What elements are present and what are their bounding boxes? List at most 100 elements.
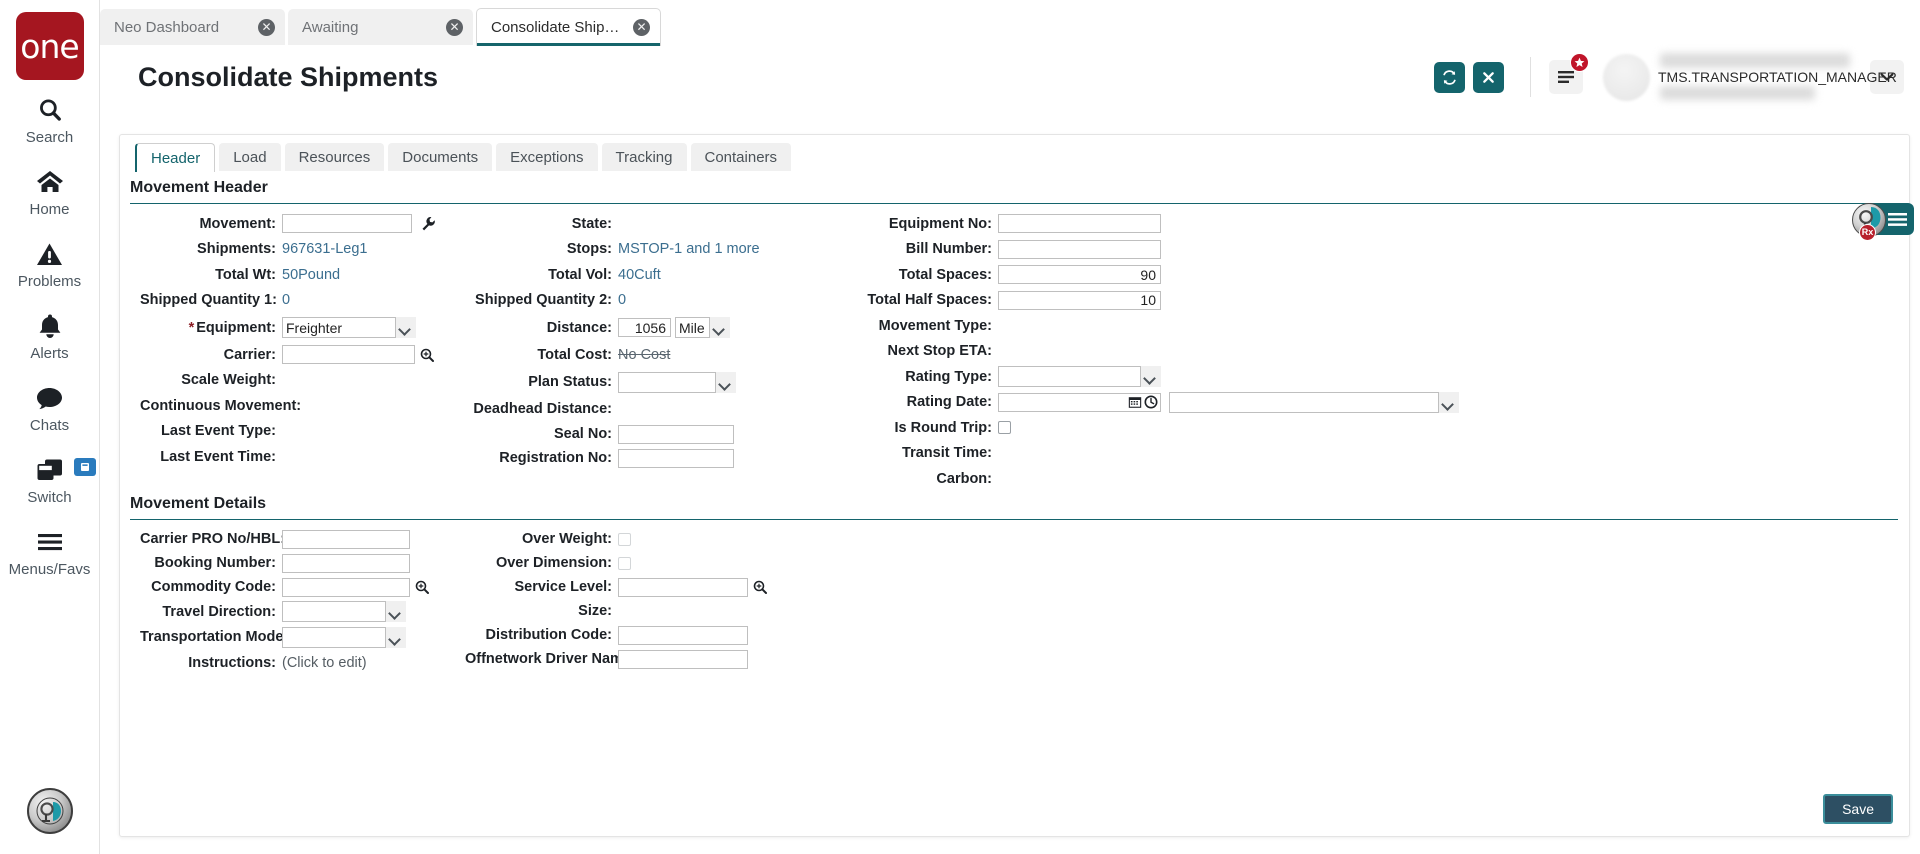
field-commodity-code: Commodity Code: [140,575,470,599]
close-icon[interactable]: ✕ [633,19,650,36]
sidebar-item-menus-favs[interactable]: Menus/Favs [0,512,100,584]
wrench-icon[interactable] [421,216,436,231]
carrier-pro-no-input[interactable] [282,529,410,549]
search-icon [37,93,63,127]
save-button[interactable]: Save [1823,794,1893,824]
one-network-logo[interactable]: one [15,12,84,80]
seal-no-input[interactable] [618,424,734,444]
field-label: Registration No: [499,450,612,466]
field-label: Booking Number: [154,555,276,571]
assistant-widget[interactable]: Rx [1852,203,1914,241]
refresh-button[interactable] [1434,61,1465,93]
close-window-button[interactable] [1473,61,1504,93]
content-panel: Header Load Resources Documents Exceptio… [119,134,1910,837]
field-label: Stops: [566,241,612,258]
carrier-input[interactable] [282,345,415,365]
over-weight-checkbox[interactable] [618,532,631,546]
tab-load[interactable]: Load [219,143,281,171]
close-icon[interactable]: ✕ [446,18,463,36]
total-wt-value: 50 [282,266,299,283]
field-over-weight: Over Weight: [465,527,885,551]
movement-input[interactable] [282,214,412,234]
over-dimension-checkbox[interactable] [618,556,631,570]
switch-badge-icon[interactable] [73,458,96,476]
sidebar-item-switch[interactable]: Switch [0,440,100,512]
calendar-icon[interactable] [1128,395,1142,414]
sidebar-item-chats[interactable]: Chats [0,368,100,440]
avatar[interactable] [1603,53,1650,101]
shipments-link[interactable]: 967631-Leg1 [282,241,367,257]
hamburger-icon [1888,212,1907,226]
distribution-code-input[interactable] [618,625,748,645]
travel-direction-select[interactable] [282,601,406,623]
sidebar-label-home: Home [29,201,70,218]
registration-no-input[interactable] [618,448,734,468]
total-half-spaces-input[interactable] [998,290,1161,310]
list-menu-icon [1557,71,1574,83]
tab-exceptions[interactable]: Exceptions [496,143,598,171]
distance-unit-select[interactable]: Mile [675,317,730,338]
stops-link[interactable]: MSTOP-1 and 1 more [618,241,760,257]
field-label: Is Round Trip: [894,419,992,436]
offnetwork-driver-name-input[interactable] [618,649,748,669]
field-total-half-spaces: Total Half Spaces: [810,288,1490,314]
field-bill-number: Bill Number: [810,237,1490,263]
sidebar-item-home[interactable]: Home [0,152,100,224]
travel-direction-select-wrap [282,601,406,623]
commodity-code-input[interactable] [282,577,410,597]
application-window: one Search Home Problems Alerts Chats Sw… [0,0,1920,854]
hamburger-icon [36,525,64,559]
tab-containers[interactable]: Containers [690,143,792,171]
sidebar-item-search[interactable]: Search [0,80,100,152]
tab-tracking[interactable]: Tracking [601,143,687,171]
username-label: TMS.TRANSPORTATION_MANAGER [1658,69,1897,85]
magnifier-icon[interactable] [420,348,434,362]
total-spaces-input[interactable] [998,265,1161,285]
rail-assistant-avatar[interactable] [27,788,73,834]
field-total-wt: Total Wt: 50 Pound [140,262,460,288]
magnifier-icon[interactable] [753,580,767,594]
sidebar-item-alerts[interactable]: Alerts [0,296,100,368]
sidebar-label-switch: Switch [27,489,72,506]
field-carbon: Carbon: [810,466,1490,492]
browser-tab-consolidate-shipments[interactable]: Consolidate Shipments ✕ [476,8,661,46]
booking-number-input[interactable] [282,553,410,573]
blurred-user-line-2 [1660,86,1815,100]
clock-icon[interactable] [1144,395,1158,414]
is-round-trip-checkbox[interactable] [998,421,1011,435]
bill-number-input[interactable] [998,239,1161,259]
tab-resources[interactable]: Resources [284,143,385,171]
transportation-mode-select[interactable] [282,626,406,648]
equipment-no-input[interactable] [998,214,1161,234]
magnifier-icon[interactable] [415,580,429,594]
blurred-user-line-1 [1660,53,1850,68]
field-deadhead-distance: Deadhead Distance: [465,397,845,423]
field-last-event-type: Last Event Type: [140,419,460,445]
plan-status-select[interactable] [618,371,736,393]
tab-header[interactable]: Header [135,143,216,172]
field-rating-date: Rating Date: [810,390,1490,416]
field-label: Plan Status: [528,374,612,390]
tab-documents[interactable]: Documents [388,143,493,171]
instructions-value[interactable]: (Click to edit) [282,655,367,671]
header-menu-button[interactable] [1549,53,1589,94]
field-label: Service Level: [514,579,612,595]
field-label: Deadhead Distance: [473,401,612,418]
distance-input[interactable] [618,318,671,337]
rating-type-select[interactable] [998,366,1161,388]
service-level-input[interactable] [618,577,748,597]
tab-label: Resources [298,148,371,166]
browser-tab-neo-dashboard[interactable]: Neo Dashboard ✕ [100,9,285,45]
field-label: Carrier PRO No/HBL: [140,531,286,547]
rating-timezone-select[interactable] [1169,391,1459,413]
sidebar-item-problems[interactable]: Problems [0,224,100,296]
user-info[interactable]: TMS.TRANSPORTATION_MANAGER [1658,51,1897,103]
close-icon[interactable]: ✕ [258,18,275,36]
section-rule [130,203,1898,204]
field-label: Total Wt: [215,266,276,283]
equipment-select[interactable]: Freighter [282,317,416,338]
section-title-movement-details: Movement Details [130,495,267,512]
field-equipment-no: Equipment No: [810,211,1490,237]
browser-tab-awaiting[interactable]: Awaiting ✕ [288,9,473,45]
field-carrier-pro-no: Carrier PRO No/HBL: [140,527,470,551]
